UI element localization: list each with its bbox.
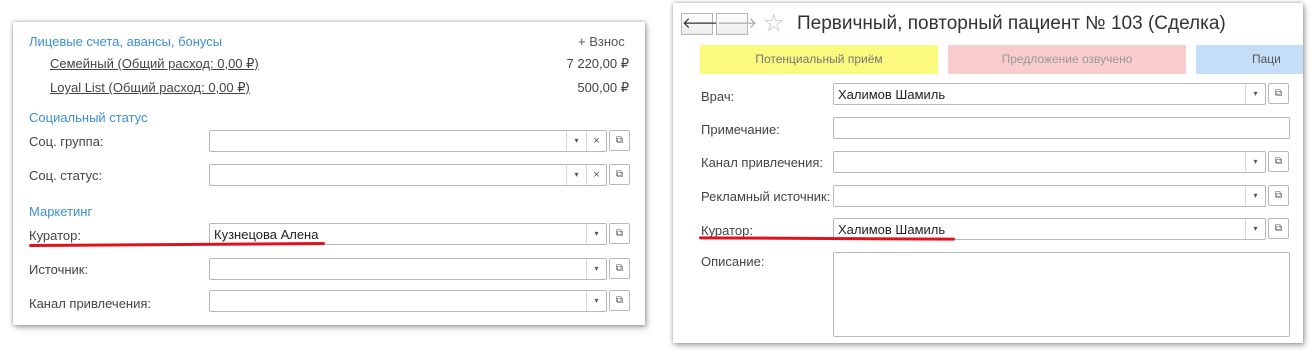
curator-value: Кузнецова Алена — [214, 227, 319, 242]
social-status-field[interactable]: ▾ × — [209, 164, 607, 186]
open-icon[interactable]: ⧉ — [609, 130, 630, 151]
acquisition-channel-field[interactable]: ▾ — [209, 290, 607, 312]
open-icon[interactable]: ⧉ — [609, 223, 630, 244]
add-payment-link[interactable]: + Взнос — [578, 34, 625, 49]
dropdown-icon[interactable]: ▾ — [1245, 219, 1265, 239]
forward-arrow-icon: 🡒 — [717, 15, 758, 32]
back-button[interactable]: 🡐 — [681, 13, 722, 35]
favorite-star-icon[interactable]: ☆ — [763, 9, 785, 38]
stage-offer-voiced[interactable]: Предложение озвучено — [948, 45, 1186, 74]
description-label: Описание: — [701, 254, 765, 269]
social-group-field[interactable]: ▾ × — [209, 130, 607, 152]
dropdown-icon[interactable]: ▾ — [586, 259, 606, 279]
doctor-value: Халимов Шамиль — [838, 87, 946, 102]
clear-icon[interactable]: × — [586, 131, 606, 151]
forward-button[interactable]: 🡒 — [716, 13, 757, 35]
marketing-section-title: Маркетинг — [29, 204, 93, 219]
acquisition-channel-label: Канал привлечения: — [29, 296, 152, 311]
account-link-family[interactable]: Семейный (Общий расход: 0,00 ₽) — [50, 56, 259, 72]
acquisition-channel-label: Канал привлечения: — [701, 155, 824, 170]
curator-value: Халимов Шамиль — [838, 222, 946, 237]
account-amount-family: 7 220,00 ₽ — [566, 56, 630, 71]
open-icon[interactable]: ⧉ — [1268, 83, 1289, 104]
source-field[interactable]: ▾ — [209, 258, 607, 280]
open-icon[interactable]: ⧉ — [609, 290, 630, 311]
dropdown-icon[interactable]: ▾ — [566, 165, 586, 185]
social-status-label: Соц. статус: — [29, 168, 103, 183]
note-label: Примечание: — [701, 122, 780, 137]
patient-card-panel: Лицевые счета, авансы, бонусы + Взнос Се… — [13, 22, 645, 325]
curator-highlight-underline — [28, 241, 326, 248]
open-icon[interactable]: ⧉ — [1268, 185, 1289, 206]
doctor-label: Врач: — [701, 89, 735, 104]
clear-icon[interactable]: × — [586, 165, 606, 185]
stage-potential-visit[interactable]: Потенциальный приём — [700, 45, 938, 74]
dropdown-icon[interactable]: ▾ — [566, 131, 586, 151]
deal-form-panel: 🡐 🡒 ☆ Первичный, повторный пациент № 103… — [673, 3, 1303, 343]
ad-source-label: Рекламный источник: — [701, 189, 831, 204]
open-icon[interactable]: ⧉ — [609, 164, 630, 185]
dropdown-icon[interactable]: ▾ — [586, 291, 606, 311]
social-group-label: Соц. группа: — [29, 134, 104, 149]
open-icon[interactable]: ⧉ — [1268, 151, 1289, 172]
social-section-title: Социальный статус — [29, 110, 148, 125]
account-amount-loyal: 500,00 ₽ — [577, 80, 629, 95]
accounts-section-title: Лицевые счета, авансы, бонусы — [29, 34, 223, 49]
stage-patient[interactable]: Паци — [1196, 45, 1303, 74]
acquisition-channel-field[interactable]: ▾ — [833, 151, 1266, 173]
curator-highlight-underline — [698, 236, 956, 241]
dropdown-icon[interactable]: ▾ — [1245, 152, 1265, 172]
dropdown-icon[interactable]: ▾ — [1245, 84, 1265, 104]
source-label: Источник: — [29, 262, 89, 277]
doctor-field[interactable]: Халимов Шамиль ▾ — [833, 83, 1266, 105]
ad-source-field[interactable]: ▾ — [833, 185, 1266, 207]
account-link-loyal[interactable]: Loyal List (Общий расход: 0,00 ₽) — [50, 80, 250, 96]
window-title: Первичный, повторный пациент № 103 (Сдел… — [797, 13, 1226, 34]
description-textarea[interactable] — [833, 252, 1290, 337]
note-field[interactable] — [833, 117, 1290, 139]
open-icon[interactable]: ⧉ — [1268, 218, 1289, 239]
curator-label: Куратор: — [29, 228, 81, 243]
dropdown-icon[interactable]: ▾ — [1245, 186, 1265, 206]
dropdown-icon[interactable]: ▾ — [586, 224, 606, 244]
open-icon[interactable]: ⧉ — [609, 258, 630, 279]
